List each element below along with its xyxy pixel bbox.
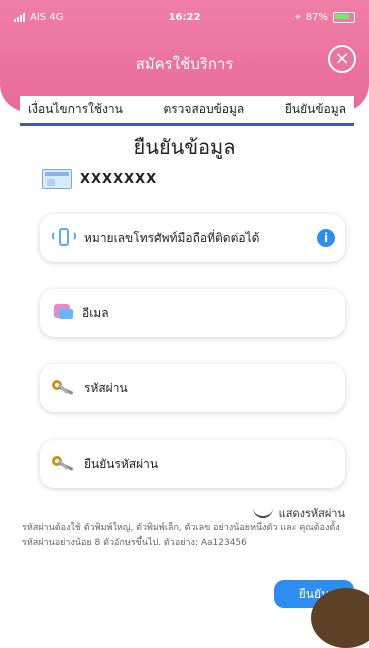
confirm-password-field-label: ยืนยันรหัสผ่าน	[84, 456, 159, 471]
confirm-password-field[interactable]: ยืนยันรหัสผ่าน	[40, 440, 345, 488]
mobile-phone-icon	[52, 225, 76, 251]
section-title: ยืนยันข้อมูล	[133, 135, 236, 159]
id-card-row: XXXXXXX	[42, 167, 244, 191]
email-field[interactable]: อีเมล	[40, 289, 345, 337]
status-bar: AIS 4G 16:22 ⌖ 87%	[0, 10, 369, 26]
battery-icon	[333, 12, 355, 23]
status-right: ⌖ 87%	[295, 12, 355, 23]
tab-confirm[interactable]: ยืนยันข้อมูล	[285, 100, 346, 119]
password-help-text: รหัสผ่านต้องใช้ ตัวพิมพ์ใหญ่, ตัวพิมพ์เล…	[22, 523, 340, 548]
id-card-icon	[42, 169, 72, 189]
key-icon	[52, 379, 76, 397]
password-field[interactable]: รหัสผ่าน	[40, 364, 345, 412]
show-password-label: แสดงรหัสผ่าน	[278, 507, 345, 520]
key-icon	[52, 455, 76, 473]
email-field-label: อีเมล	[82, 305, 109, 320]
eye-closed-icon	[252, 508, 273, 518]
email-icon	[52, 304, 74, 322]
location-icon: ⌖	[295, 12, 301, 23]
floating-avatar	[311, 588, 369, 648]
show-password-toggle[interactable]: แสดงรหัสผ่าน	[252, 504, 345, 522]
info-icon[interactable]: i	[317, 229, 335, 247]
step-tabs: เงื่อนไขการใช้งาน ตรวจสอบข้อมูล ยืนยันข้…	[20, 96, 354, 126]
id-card-value: XXXXXXX	[80, 171, 158, 187]
phone-field-label: หมายเลขโทรศัพท์มือถือที่ติดต่อได้	[84, 230, 260, 245]
tab-verify[interactable]: ตรวจสอบข้อมูล	[163, 100, 244, 119]
phone-field[interactable]: หมายเลขโทรศัพท์มือถือที่ติดต่อได้ i	[40, 214, 345, 262]
page-title: สมัครใช้บริการ	[135, 55, 234, 73]
battery-percent: 87%	[305, 12, 328, 23]
close-button[interactable]: ×	[328, 45, 356, 73]
tab-terms[interactable]: เงื่อนไขการใช้งาน	[28, 100, 123, 119]
close-icon: ×	[334, 48, 350, 69]
password-field-label: รหัสผ่าน	[84, 380, 128, 395]
